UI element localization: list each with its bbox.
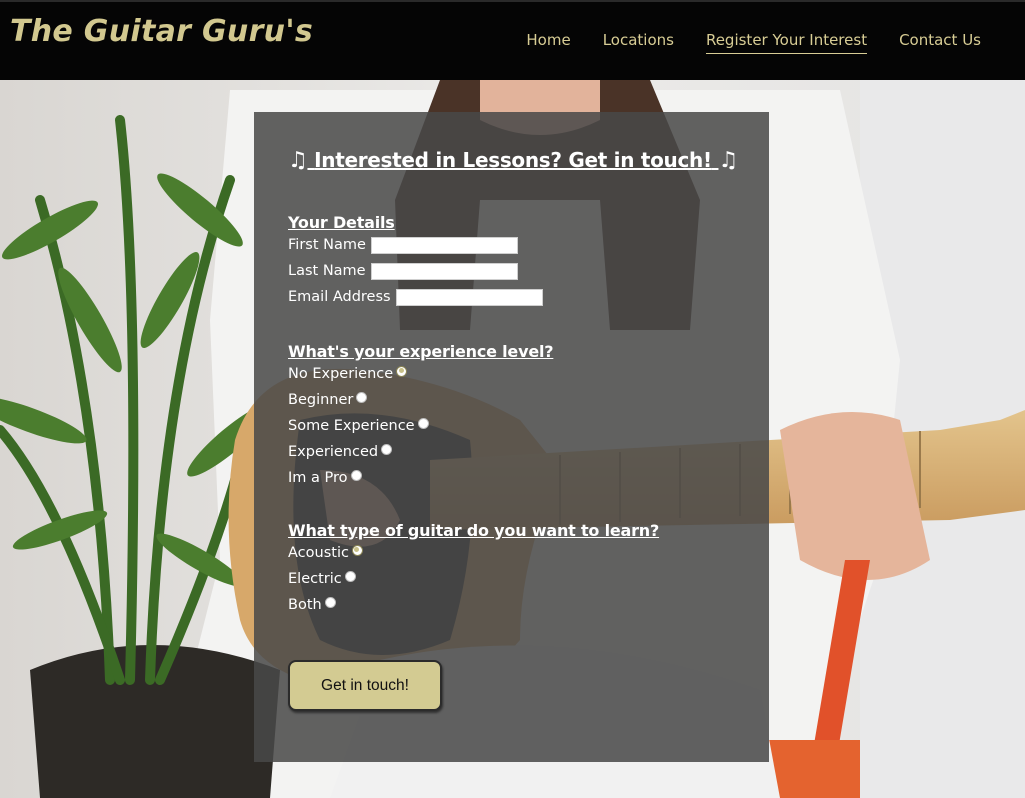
experience-option: Some Experience [288, 413, 735, 439]
experience-radio-experienced[interactable] [381, 443, 393, 455]
experience-option: Beginner [288, 387, 735, 413]
email-row: Email Address [288, 284, 735, 310]
page: The Guitar Guru's Home Locations Registe… [0, 0, 1025, 798]
nav-link-home[interactable]: Home [526, 31, 570, 54]
site-header: The Guitar Guru's Home Locations Registe… [0, 0, 1025, 80]
experience-radio-some-experience[interactable] [417, 417, 429, 429]
last-name-row: Last Name [288, 258, 735, 284]
experience-option: Experienced [288, 439, 735, 465]
guitar-type-option-label: Electric [288, 571, 342, 587]
experience-option: No Experience [288, 361, 735, 387]
music-note-icon: ♫ [288, 148, 308, 173]
experience-option: Im a Pro [288, 465, 735, 491]
experience-heading: What's your experience level? [288, 342, 554, 361]
nav-link-locations[interactable]: Locations [603, 31, 674, 54]
guitar-type-option-label: Both [288, 597, 322, 613]
experience-option-label: Experienced [288, 444, 379, 460]
last-name-input[interactable] [370, 262, 518, 280]
experience-option-label: Im a Pro [288, 470, 348, 486]
guitar-type-heading: What type of guitar do you want to learn… [288, 521, 660, 540]
experience-radio-no-experience[interactable] [396, 365, 408, 377]
guitar-type-option: Both [288, 592, 735, 618]
guitar-type-option: Electric [288, 566, 735, 592]
interest-form: ♫ Interested in Lessons? Get in touch! ♫… [254, 112, 769, 762]
submit-button[interactable]: Get in touch! [288, 660, 442, 711]
first-name-row: First Name [288, 232, 735, 258]
first-name-input[interactable] [370, 236, 518, 254]
guitar-type-option-label: Acoustic [288, 545, 349, 561]
nav-link-register-interest[interactable]: Register Your Interest [705, 31, 868, 54]
nav-link-contact[interactable]: Contact Us [899, 31, 981, 54]
main-nav: Home Locations Register Your Interest Co… [526, 31, 981, 54]
guitar-radio-both[interactable] [324, 596, 336, 608]
music-note-icon: ♫ [718, 148, 738, 173]
first-name-label: First Name [288, 237, 366, 253]
guitar-type-option: Acoustic [288, 540, 735, 566]
experience-option-label: Beginner [288, 392, 354, 408]
details-heading: Your Details [288, 213, 395, 232]
last-name-label: Last Name [288, 263, 366, 279]
experience-radio-pro[interactable] [350, 469, 362, 481]
email-label: Email Address [288, 289, 391, 305]
form-title: ♫ Interested in Lessons? Get in touch! ♫ [288, 148, 738, 173]
guitar-radio-acoustic[interactable] [351, 544, 363, 556]
experience-option-label: No Experience [288, 366, 394, 382]
experience-option-label: Some Experience [288, 418, 415, 434]
site-logo[interactable]: The Guitar Guru's [10, 14, 313, 49]
guitar-radio-electric[interactable] [344, 570, 356, 582]
experience-radio-beginner[interactable] [356, 391, 368, 403]
form-title-text: Interested in Lessons? Get in touch! [314, 148, 712, 172]
email-input[interactable] [395, 288, 543, 306]
